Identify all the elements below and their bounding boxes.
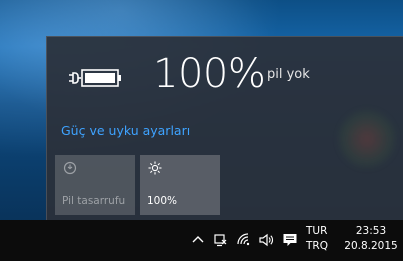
background-app-blur	[337, 109, 397, 169]
brightness-label: 100%	[147, 195, 178, 207]
battery-saver-icon	[63, 161, 77, 175]
power-sleep-settings-link[interactable]: Güç ve uyku ayarları	[61, 123, 190, 138]
brightness-icon	[148, 161, 162, 175]
action-center-icon[interactable]	[282, 232, 298, 248]
language-code: TUR	[306, 225, 328, 237]
keyboard-layout: TRQ	[306, 240, 328, 252]
brightness-tile[interactable]: 100%	[140, 155, 220, 215]
battery-saver-label: Pil tasarrufu	[62, 195, 126, 207]
clock-date: 20.8.2015	[344, 240, 398, 252]
clock-time: 23:53	[355, 225, 387, 237]
battery-flyout: 100% pil yok Güç ve uyku ayarları Pil ta…	[46, 36, 403, 221]
battery-percent: 100%	[153, 51, 266, 97]
battery-status-text: pil yok	[267, 67, 310, 82]
wifi-icon[interactable]	[236, 232, 252, 248]
chevron-up-icon[interactable]	[190, 232, 206, 248]
network-icon[interactable]	[212, 232, 228, 248]
volume-icon[interactable]	[258, 232, 274, 248]
input-language-indicator[interactable]: TUR TRQ	[306, 224, 328, 254]
taskbar: TUR TRQ 23:53 20.8.2015	[0, 220, 403, 261]
battery-saver-tile[interactable]: Pil tasarrufu	[55, 155, 135, 215]
battery-plugged-icon	[69, 69, 121, 87]
clock[interactable]: 23:53 20.8.2015	[344, 224, 398, 254]
